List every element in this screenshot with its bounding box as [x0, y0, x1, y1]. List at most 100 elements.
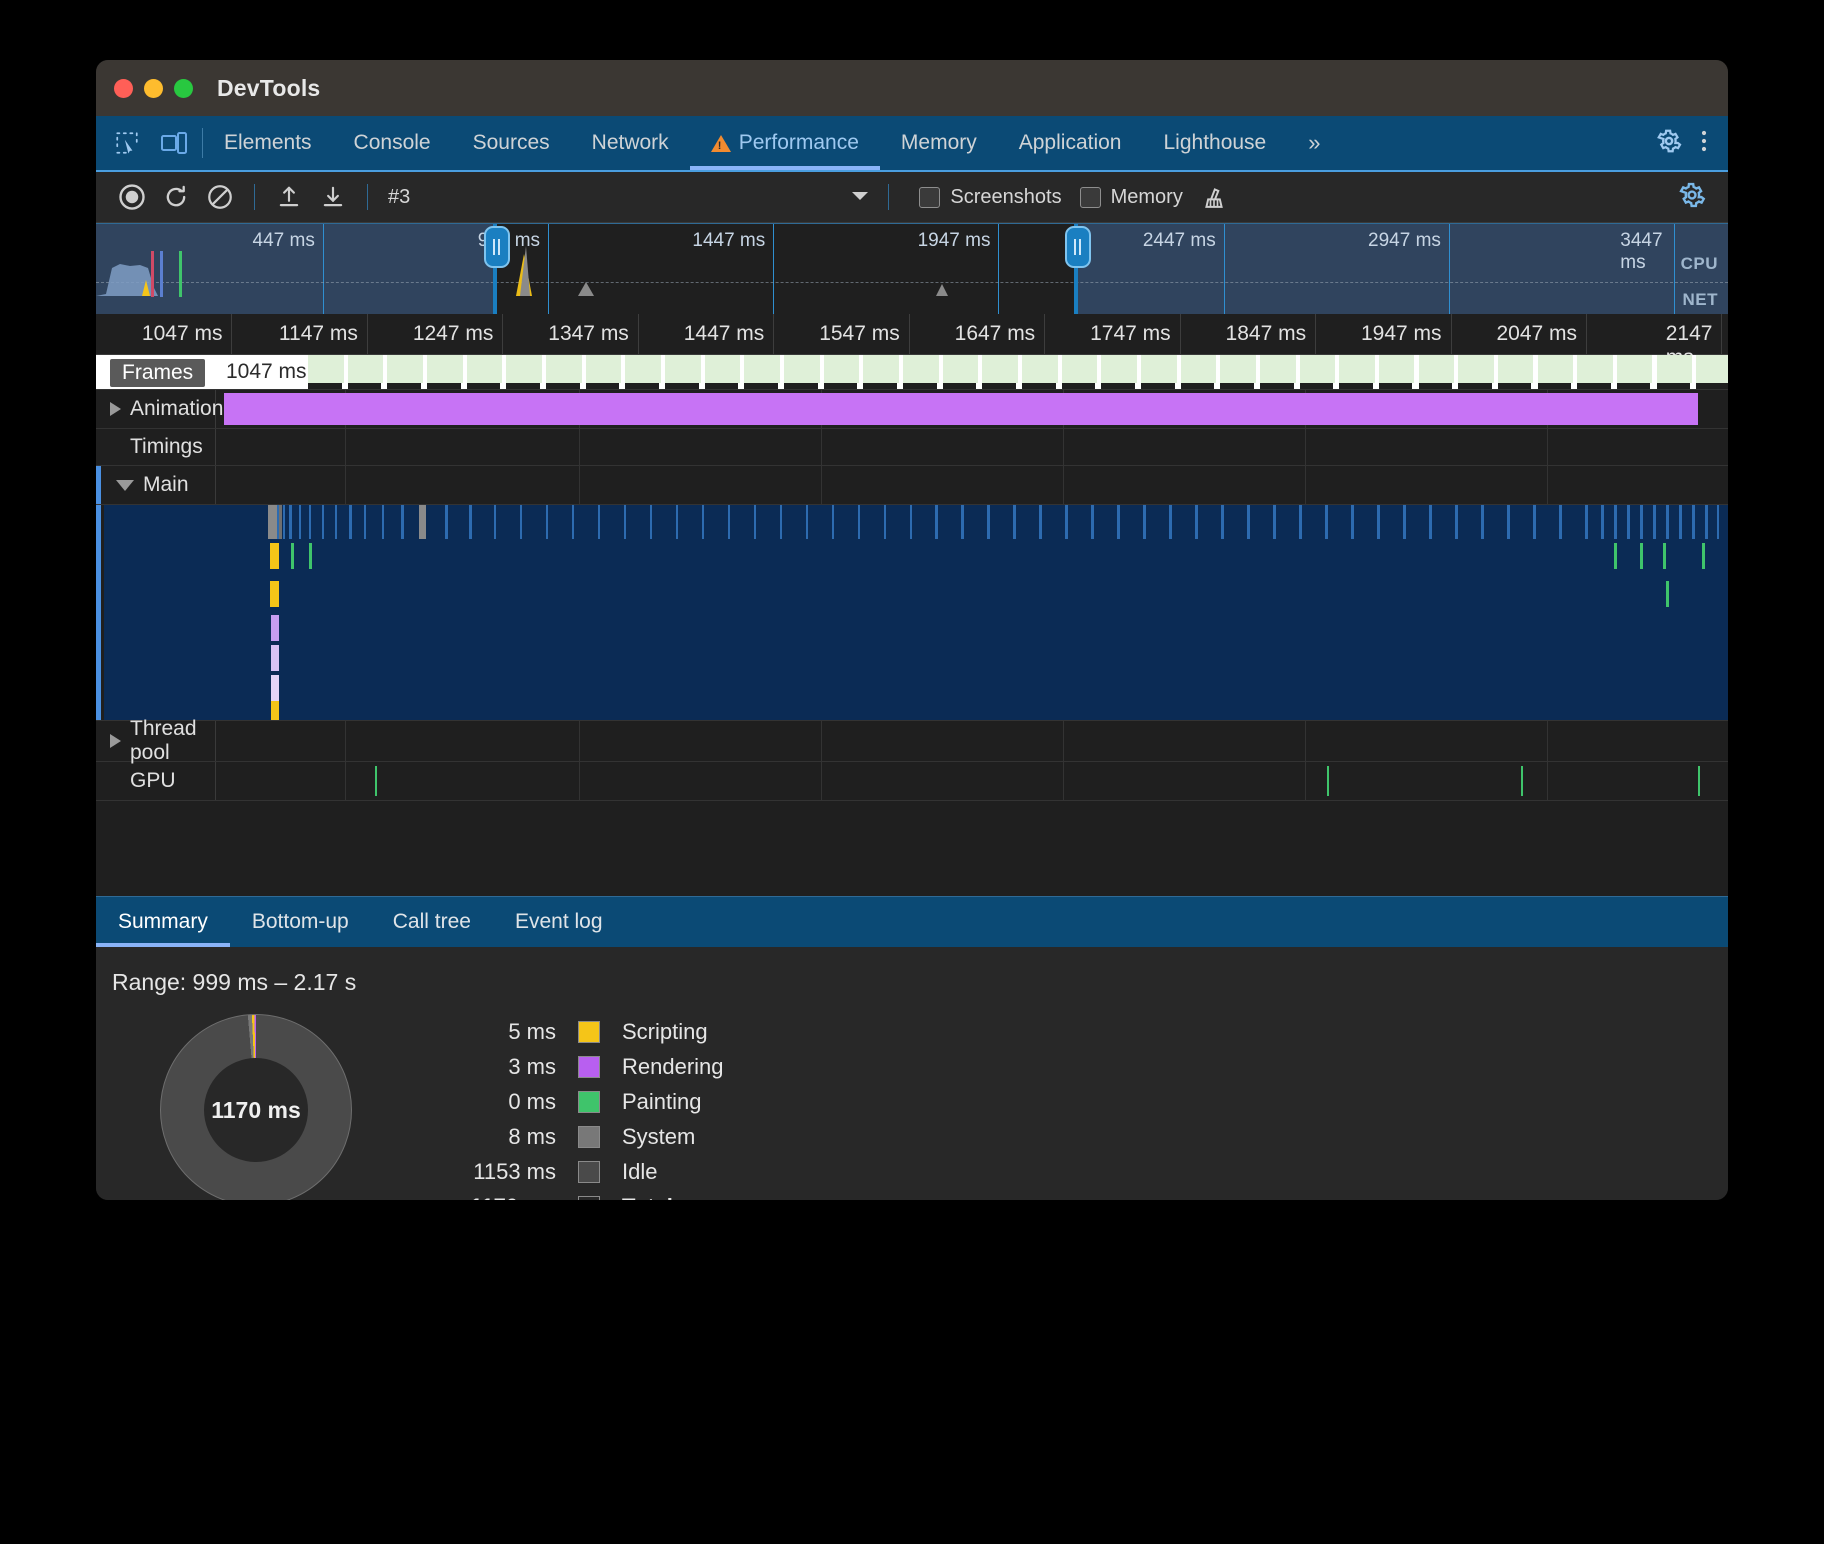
- frame-block[interactable]: [1379, 355, 1417, 383]
- frame-block[interactable]: [1419, 355, 1457, 383]
- frame-block[interactable]: [665, 355, 703, 383]
- reload-and-record-button[interactable]: [159, 180, 193, 214]
- frame-block[interactable]: [903, 355, 941, 383]
- flame-bar[interactable]: [754, 505, 757, 539]
- tab-event-log[interactable]: Event log: [493, 897, 625, 947]
- flame-bar[interactable]: [1299, 505, 1302, 539]
- frame-block[interactable]: [1101, 355, 1139, 383]
- screenshots-checkbox[interactable]: Screenshots: [919, 186, 1061, 209]
- flame-bar[interactable]: [1169, 505, 1172, 539]
- flame-bar-scripting[interactable]: [270, 581, 279, 607]
- flame-bar-rendering[interactable]: [271, 645, 278, 671]
- flame-bar[interactable]: [1559, 505, 1562, 539]
- close-window-button[interactable]: [114, 79, 133, 98]
- donut-chart[interactable]: 1170 ms: [160, 1014, 352, 1200]
- flame-bar[interactable]: [676, 505, 679, 539]
- flame-bar[interactable]: [832, 505, 835, 539]
- selection-handle-right-grip[interactable]: [1065, 226, 1091, 268]
- flame-bar-scripting[interactable]: [271, 701, 278, 720]
- flame-bar[interactable]: [1717, 505, 1720, 539]
- flame-bar[interactable]: [1601, 505, 1604, 539]
- flame-bar[interactable]: [382, 505, 385, 539]
- frame-block[interactable]: [982, 355, 1020, 383]
- flame-bar-painting[interactable]: [1702, 543, 1705, 569]
- flame-bar[interactable]: [1247, 505, 1250, 539]
- flame-bar-painting[interactable]: [1640, 543, 1643, 569]
- flame-bar[interactable]: [283, 505, 286, 539]
- capture-settings-gear-icon[interactable]: [1676, 179, 1708, 216]
- flame-bar[interactable]: [1705, 505, 1708, 539]
- frame-block[interactable]: [625, 355, 663, 383]
- timings-track-content[interactable]: [216, 429, 1728, 465]
- flame-bar[interactable]: [469, 505, 472, 539]
- flame-bar-painting[interactable]: [291, 543, 294, 569]
- frame-block[interactable]: [1577, 355, 1615, 383]
- flame-bar[interactable]: [1666, 505, 1669, 539]
- frame-block[interactable]: [1657, 355, 1695, 383]
- flame-bar[interactable]: [1273, 505, 1276, 539]
- track-timings-label-cell[interactable]: Timings: [96, 429, 216, 465]
- flame-bar[interactable]: [884, 505, 887, 539]
- frame-block[interactable]: [1538, 355, 1576, 383]
- flame-bar-rendering[interactable]: [271, 675, 278, 701]
- flame-bar[interactable]: [1481, 505, 1484, 539]
- track-animations-label-cell[interactable]: Animations: [96, 390, 216, 428]
- track-main-label-cell[interactable]: Main: [96, 466, 216, 504]
- frame-block[interactable]: [427, 355, 465, 383]
- frame-block[interactable]: [1181, 355, 1219, 383]
- track-thread-pool[interactable]: Thread pool: [96, 720, 1728, 762]
- frame-block[interactable]: [1617, 355, 1655, 383]
- flame-bar[interactable]: [349, 505, 352, 539]
- animations-track-content[interactable]: [216, 390, 1728, 428]
- tab-call-tree[interactable]: Call tree: [371, 897, 493, 947]
- tab-summary[interactable]: Summary: [96, 897, 230, 947]
- flame-bar[interactable]: [1403, 505, 1406, 539]
- maximize-window-button[interactable]: [174, 79, 193, 98]
- flame-bar[interactable]: [728, 505, 731, 539]
- flame-bar[interactable]: [987, 505, 990, 539]
- track-gpu[interactable]: GPU: [96, 762, 1728, 801]
- main-flamechart[interactable]: [104, 505, 1728, 720]
- more-tabs-button[interactable]: »: [1287, 116, 1341, 170]
- frame-block[interactable]: [308, 355, 346, 383]
- flame-bar[interactable]: [1221, 505, 1224, 539]
- profile-selector-label[interactable]: #3: [388, 186, 410, 209]
- flame-bar[interactable]: [935, 505, 938, 539]
- flame-bar[interactable]: [322, 505, 325, 539]
- tab-lighthouse[interactable]: Lighthouse: [1142, 116, 1287, 170]
- tab-application[interactable]: Application: [998, 116, 1143, 170]
- frame-block[interactable]: [784, 355, 822, 383]
- flame-bar[interactable]: [1065, 505, 1068, 539]
- flame-bar[interactable]: [858, 505, 861, 539]
- flame-bar[interactable]: [1195, 505, 1198, 539]
- track-thread-pool-label-cell[interactable]: Thread pool: [96, 721, 216, 761]
- save-profile-icon[interactable]: [316, 180, 350, 214]
- flame-bar-painting[interactable]: [309, 543, 312, 569]
- flame-bar[interactable]: [806, 505, 809, 539]
- track-timings[interactable]: Timings: [96, 429, 1728, 466]
- flame-bar[interactable]: [910, 505, 913, 539]
- flame-bar[interactable]: [1455, 505, 1458, 539]
- flame-bar[interactable]: [1117, 505, 1120, 539]
- frame-block[interactable]: [1339, 355, 1377, 383]
- flame-bar[interactable]: [299, 505, 302, 539]
- flame-bar[interactable]: [335, 505, 338, 539]
- tab-performance[interactable]: Performance: [690, 116, 880, 170]
- track-gpu-label-cell[interactable]: GPU: [96, 762, 216, 800]
- selection-handle-left-grip[interactable]: [484, 226, 510, 268]
- flame-bar[interactable]: [1692, 505, 1695, 539]
- flame-bar-system[interactable]: [268, 505, 277, 539]
- thread-pool-track-content[interactable]: [216, 721, 1728, 761]
- timeline-overview[interactable]: 447 ms 947 ms 1447 ms 1947 ms 2447 ms 29…: [96, 223, 1728, 314]
- frames-track-content[interactable]: 1047 ms Frames: [96, 355, 1728, 389]
- flame-bar[interactable]: [961, 505, 964, 539]
- frame-block[interactable]: [1458, 355, 1496, 383]
- load-profile-icon[interactable]: [272, 180, 306, 214]
- flame-bar-painting[interactable]: [1614, 543, 1617, 569]
- flame-bar[interactable]: [520, 505, 523, 539]
- clear-button[interactable]: [203, 180, 237, 214]
- flame-bar-system[interactable]: [279, 505, 283, 539]
- flame-bar[interactable]: [494, 505, 497, 539]
- frame-block[interactable]: [744, 355, 782, 383]
- profile-selector-caret-icon[interactable]: [850, 189, 876, 205]
